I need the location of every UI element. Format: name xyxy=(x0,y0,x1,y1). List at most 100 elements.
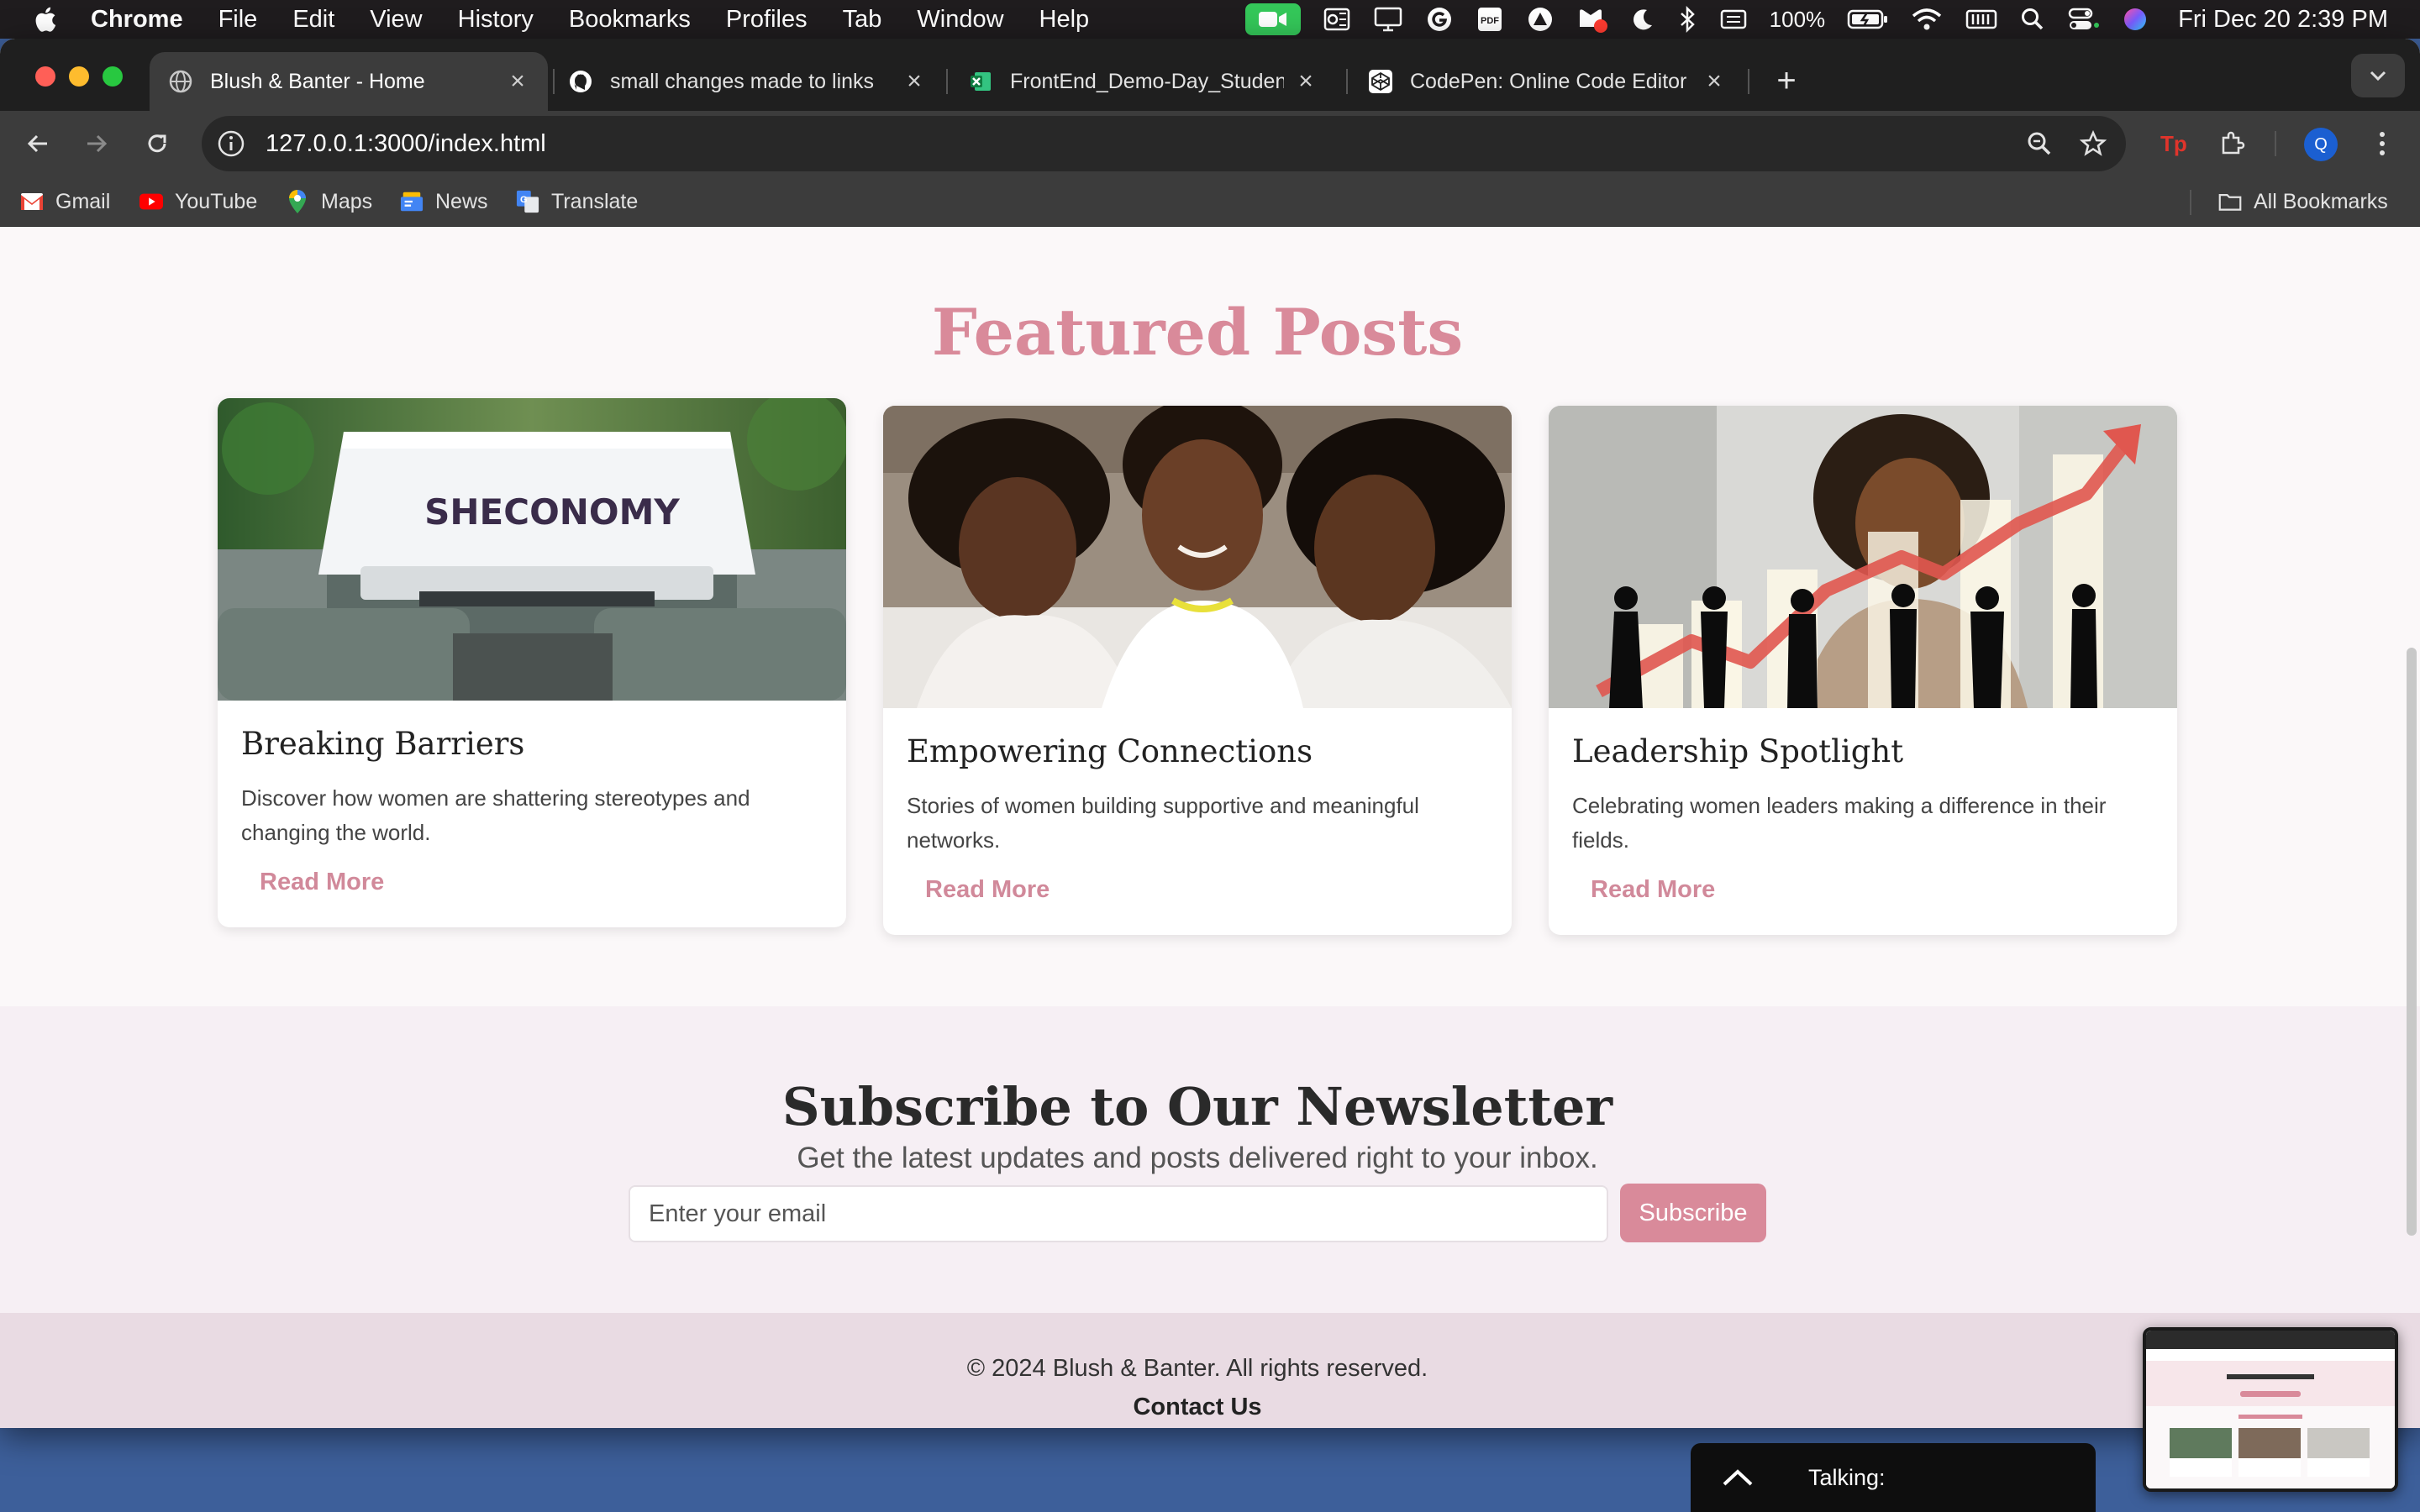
notification-app-icon[interactable] xyxy=(1576,0,1608,39)
zoom-window-button[interactable] xyxy=(103,66,123,87)
all-bookmarks-label: All Bookmarks xyxy=(2254,189,2388,213)
bluetooth-icon[interactable] xyxy=(1677,0,1697,39)
forward-button[interactable] xyxy=(76,123,118,165)
talking-indicator[interactable]: Talking: xyxy=(1691,1443,2096,1512)
tab-excel[interactable]: FrontEnd_Demo-Day_Student × xyxy=(950,52,1336,111)
menu-edit[interactable]: Edit xyxy=(292,6,334,34)
tab-blush-banter[interactable]: Blush & Banter - Home × xyxy=(150,52,548,111)
read-more-link[interactable]: Read More xyxy=(925,876,1050,904)
new-tab-button[interactable]: + xyxy=(1763,57,1810,104)
sheconomy-image-text: SHECONOMY xyxy=(424,491,680,533)
newsletter-subtitle: Get the latest updates and posts deliver… xyxy=(797,1142,1598,1174)
contact-us-link[interactable]: Contact Us xyxy=(0,1394,2395,1421)
close-tab-icon[interactable]: × xyxy=(1702,67,1726,96)
site-info-icon[interactable] xyxy=(217,129,245,158)
menu-file[interactable]: File xyxy=(218,6,258,34)
menu-help[interactable]: Help xyxy=(1039,6,1090,34)
zoom-icon[interactable] xyxy=(2018,123,2060,165)
menu-tab[interactable]: Tab xyxy=(843,6,882,34)
close-tab-icon[interactable]: × xyxy=(902,67,926,96)
menu-window[interactable]: Window xyxy=(917,6,1003,34)
reload-button[interactable] xyxy=(136,123,178,165)
address-bar[interactable]: 127.0.0.1:3000/index.html xyxy=(202,116,2126,171)
arrow-right-icon xyxy=(87,134,108,153)
tab-separator xyxy=(1748,69,1749,94)
post-title: Breaking Barriers xyxy=(241,726,525,762)
maps-icon xyxy=(286,190,309,213)
creative-cloud-icon[interactable] xyxy=(1526,0,1555,39)
battery-percent: 100% xyxy=(1769,6,1826,32)
kebab-menu-icon[interactable] xyxy=(2361,123,2403,165)
codepen-icon xyxy=(1368,69,1393,94)
tab-separator xyxy=(1346,69,1348,94)
bookmark-news[interactable]: News xyxy=(400,176,488,227)
memory-icon[interactable] xyxy=(1965,0,1998,39)
bookmark-label: YouTube xyxy=(175,189,258,213)
bookmark-star-icon[interactable] xyxy=(2072,123,2114,165)
tab-search-button[interactable] xyxy=(2351,54,2405,97)
wifi-icon[interactable] xyxy=(1911,0,1943,39)
outlook-icon[interactable] xyxy=(1323,0,1351,39)
post-title: Leadership Spotlight xyxy=(1572,733,1904,769)
post-excerpt: Stories of women building supportive and… xyxy=(907,793,1419,853)
tab-github[interactable]: small changes made to links × xyxy=(550,52,944,111)
svg-text:G: G xyxy=(520,195,528,205)
menu-view[interactable]: View xyxy=(370,6,422,34)
pdf-icon[interactable]: PDF xyxy=(1476,0,1504,39)
all-bookmarks-button[interactable]: All Bookmarks xyxy=(2218,176,2388,227)
post-card: Empowering Connections Stories of women … xyxy=(883,406,1512,935)
post-title: Empowering Connections xyxy=(907,733,1313,769)
tab-title: small changes made to links xyxy=(610,69,875,93)
post-card: SHECONOMY Breaking Barriers Discover how… xyxy=(218,398,846,927)
chevron-up-icon[interactable] xyxy=(1721,1467,1771,1488)
menu-app-name[interactable]: Chrome xyxy=(91,6,183,34)
close-tab-icon[interactable]: × xyxy=(1294,67,1318,96)
email-input[interactable] xyxy=(629,1185,1608,1242)
menu-history[interactable]: History xyxy=(458,6,534,34)
page-scrollbar[interactable] xyxy=(2407,648,2417,1236)
url-text[interactable]: 127.0.0.1:3000/index.html xyxy=(266,130,2018,158)
arrow-left-icon xyxy=(27,134,47,153)
moon-icon[interactable] xyxy=(1630,0,1655,39)
close-tab-icon[interactable]: × xyxy=(506,67,529,96)
tab-title: Blush & Banter - Home xyxy=(210,69,425,93)
back-button[interactable] xyxy=(17,123,59,165)
extension-tp-icon[interactable]: Tp xyxy=(2151,123,2193,165)
browser-toolbar: 127.0.0.1:3000/index.html Tp Q xyxy=(0,111,2420,176)
grammarly-icon[interactable] xyxy=(1425,0,1454,39)
tab-codepen[interactable]: CodePen: Online Code Editor × xyxy=(1349,52,1744,111)
keyboard-input-icon[interactable] xyxy=(1719,0,1748,39)
facetime-icon[interactable] xyxy=(1244,3,1301,35)
read-more-link[interactable]: Read More xyxy=(1591,876,1715,904)
close-window-button[interactable] xyxy=(35,66,55,87)
post-image-leadership xyxy=(1549,406,2177,708)
menu-bookmarks[interactable]: Bookmarks xyxy=(569,6,691,34)
newsletter-title: Subscribe to Our Newsletter xyxy=(781,1076,1613,1137)
news-icon xyxy=(400,190,424,213)
youtube-icon xyxy=(139,190,163,213)
apple-icon[interactable] xyxy=(32,5,57,34)
extensions-puzzle-icon[interactable] xyxy=(2212,123,2254,165)
screenshot-thumbnail[interactable] xyxy=(2143,1327,2398,1492)
display-icon[interactable] xyxy=(1373,0,1403,39)
control-center-icon[interactable] xyxy=(2067,0,2101,39)
post-image-sheconomy: SHECONOMY xyxy=(218,398,846,701)
bookmark-maps[interactable]: Maps xyxy=(286,176,372,227)
bookmark-youtube[interactable]: YouTube xyxy=(139,176,257,227)
siri-icon[interactable] xyxy=(2123,0,2148,39)
tab-strip: Blush & Banter - Home × small changes ma… xyxy=(0,39,2420,111)
menu-profiles[interactable]: Profiles xyxy=(726,6,808,34)
subscribe-button[interactable]: Subscribe xyxy=(1620,1184,1766,1242)
spotlight-search-icon[interactable] xyxy=(2020,0,2045,39)
bookmark-gmail[interactable]: Gmail xyxy=(20,176,110,227)
profile-avatar[interactable]: Q xyxy=(2304,128,2338,161)
bookmark-translate[interactable]: G Translate xyxy=(516,176,638,227)
browser-window: Blush & Banter - Home × small changes ma… xyxy=(0,39,2420,1428)
talking-label: Talking: xyxy=(1808,1464,1886,1490)
read-more-link[interactable]: Read More xyxy=(260,869,384,896)
menu-clock[interactable]: Fri Dec 20 2:39 PM xyxy=(2178,6,2388,34)
battery-icon[interactable] xyxy=(1847,0,1889,39)
post-excerpt: Celebrating women leaders making a diffe… xyxy=(1572,793,2107,853)
post-image-three-women xyxy=(883,406,1512,708)
minimize-window-button[interactable] xyxy=(69,66,89,87)
